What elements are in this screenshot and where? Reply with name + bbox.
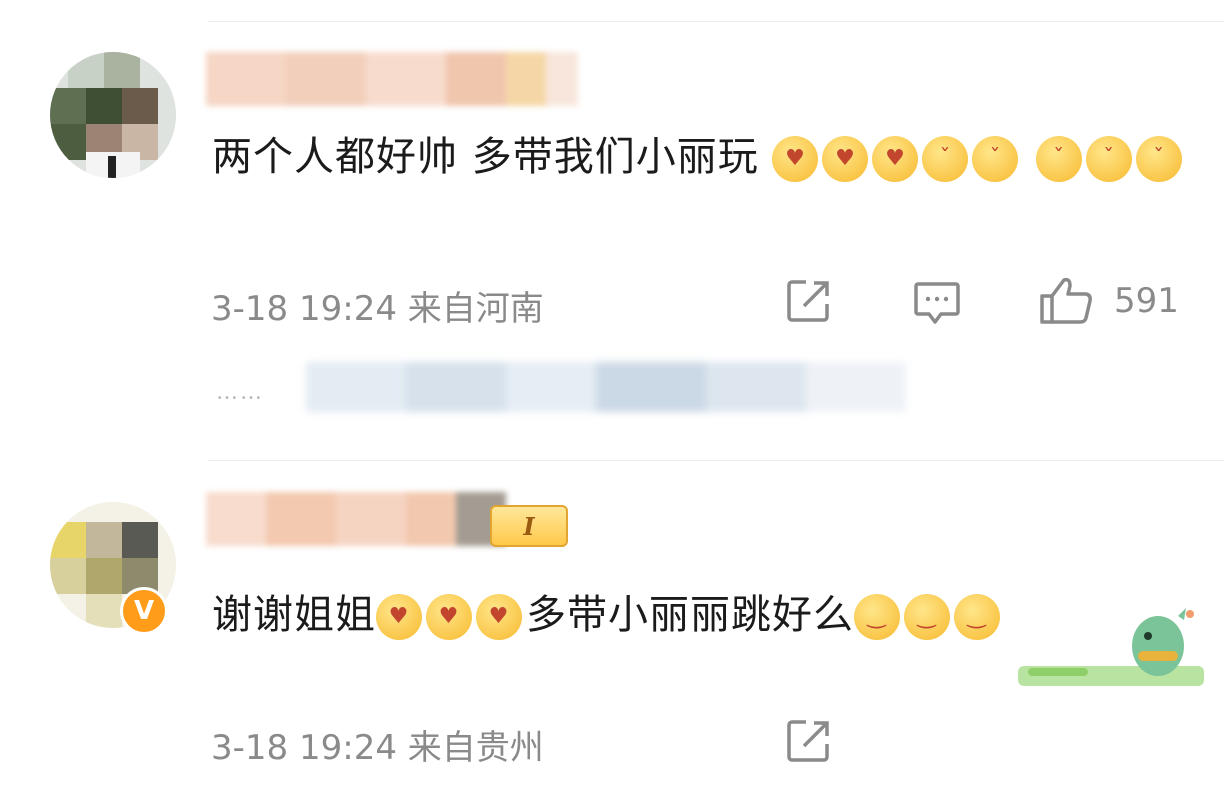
avatar[interactable] (50, 52, 176, 178)
username-redacted[interactable] (206, 52, 578, 106)
comment-list: 两个人都好帅 多带我们小丽玩 ♥ ♥ ♥ ˇ ˇ ˇˇˇ 3-18 19:24 来自河南… (0, 0, 1224, 790)
kiss-emoji: ˇ (922, 136, 969, 182)
blush-emoji: ‿ (854, 594, 900, 640)
kiss-emoji: ˇ (1036, 136, 1083, 182)
username-redacted[interactable] (206, 492, 506, 546)
kiss-emoji: ˇ (1086, 136, 1133, 182)
like-icon[interactable] (1038, 276, 1094, 326)
forward-icon[interactable] (786, 718, 832, 764)
heart-eyes-emoji: ♥ (772, 136, 819, 182)
drool-emoji: ♥ (376, 594, 422, 640)
drool-emoji: ♥ (476, 594, 522, 640)
verified-badge: V (120, 587, 168, 635)
comment-meta: 3-18 19:24 来自河南 (211, 289, 544, 329)
blush-emoji: ‿ (954, 594, 1000, 640)
divider (208, 21, 1224, 22)
reply-preview-redacted[interactable] (306, 362, 906, 412)
comment-meta: 3-18 19:24 来自贵州 (211, 728, 544, 768)
drool-emoji: ♥ (426, 594, 472, 640)
comment-text: 谢谢姐姐 ♥ ♥ ♥ 多带小丽丽跳好么 ‿ ‿ ‿ (212, 584, 1004, 646)
comment-body: 谢谢姐姐 (212, 592, 376, 638)
comment-text: 两个人都好帅 多带我们小丽玩 ♥ ♥ ♥ ˇ ˇ ˇˇˇ (212, 126, 1192, 188)
kiss-emoji: ˇ (972, 136, 1019, 182)
kiss-emoji: ˇ (1136, 136, 1183, 182)
like-count: 591 (1114, 281, 1179, 321)
forward-icon[interactable] (786, 278, 832, 324)
level-badge[interactable]: I (490, 505, 568, 547)
heart-eyes-emoji: ♥ (822, 136, 869, 182)
dinosaur-sticker-icon (1018, 608, 1204, 686)
comment-body: 两个人都好帅 多带我们小丽玩 (212, 134, 759, 180)
divider (208, 460, 1224, 461)
reply-preview-dots[interactable]: …… (216, 380, 264, 405)
comment-body: 多带小丽丽跳好么 (526, 592, 854, 638)
comment-icon[interactable] (913, 280, 961, 326)
blush-emoji: ‿ (904, 594, 950, 640)
heart-eyes-emoji: ♥ (872, 136, 919, 182)
